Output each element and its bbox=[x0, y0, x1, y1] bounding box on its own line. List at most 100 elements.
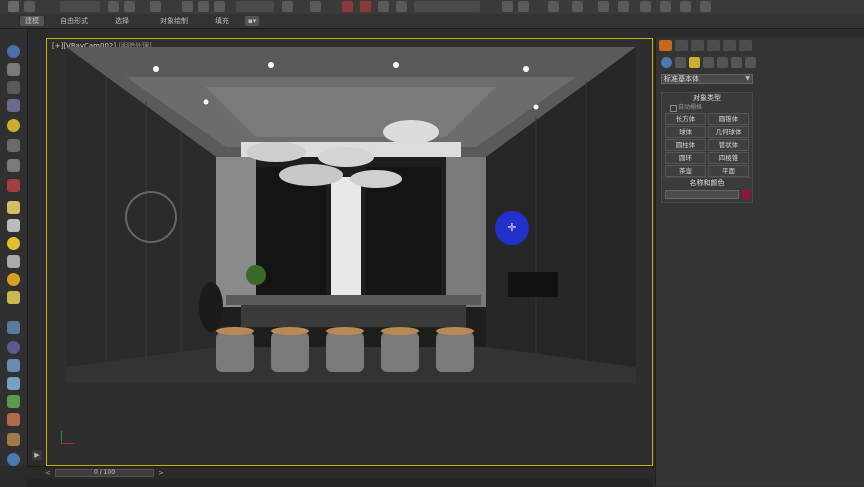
teapot-render-icon[interactable] bbox=[700, 1, 711, 12]
ribbon: 建模 自由形式 选择 对象绘制 填充 ▪▾ bbox=[0, 14, 864, 29]
play-icon[interactable]: ▶ bbox=[32, 450, 42, 460]
left-command-strip bbox=[0, 29, 28, 486]
teapot-button[interactable]: 茶壶 bbox=[665, 165, 706, 177]
ies-light-icon[interactable] bbox=[7, 291, 20, 304]
cloth-icon[interactable] bbox=[7, 359, 20, 372]
tab-object-paint[interactable]: 对象绘制 bbox=[160, 16, 188, 26]
render-frame-icon[interactable] bbox=[660, 1, 671, 12]
camera-icon[interactable] bbox=[7, 139, 20, 152]
align-icon[interactable] bbox=[518, 1, 529, 12]
shapes-icon[interactable] bbox=[675, 57, 686, 68]
timeline-prev-icon[interactable]: < bbox=[45, 469, 51, 477]
helper-icon[interactable] bbox=[7, 159, 20, 172]
cameras-icon[interactable] bbox=[703, 57, 714, 68]
region-select-icon[interactable] bbox=[150, 1, 161, 12]
cylinder-button[interactable]: 圆柱体 bbox=[665, 139, 706, 151]
geosphere-button[interactable]: 几何球体 bbox=[708, 126, 749, 138]
sun-icon[interactable] bbox=[7, 201, 20, 214]
reference-coord-dropdown[interactable] bbox=[236, 1, 274, 12]
undo-icon[interactable] bbox=[8, 1, 19, 12]
render-icon[interactable] bbox=[680, 1, 691, 12]
object-type-title[interactable]: 对象类型 bbox=[662, 93, 752, 103]
command-panel: 标准基本体 ▼ 对象类型 自动栅格 长方体 圆锥体 球体 几何球体 圆柱体 管状… bbox=[655, 38, 864, 486]
modify-tab-icon[interactable] bbox=[675, 40, 688, 51]
angle-snap-icon[interactable] bbox=[360, 1, 371, 12]
particle-icon[interactable] bbox=[7, 321, 20, 334]
pivot-icon[interactable] bbox=[282, 1, 293, 12]
lights-icon[interactable] bbox=[689, 57, 700, 68]
hierarchy-tab-icon[interactable] bbox=[691, 40, 704, 51]
create-tab-icon[interactable] bbox=[659, 40, 672, 51]
mirror-icon[interactable] bbox=[502, 1, 513, 12]
schematic-icon[interactable] bbox=[598, 1, 609, 12]
tab-populate[interactable]: 填充 bbox=[215, 16, 229, 26]
percent-snap-icon[interactable] bbox=[378, 1, 389, 12]
ribbon-options-dropdown[interactable]: ▪▾ bbox=[245, 16, 260, 26]
pyramid-button[interactable]: 四棱锥 bbox=[708, 152, 749, 164]
light-icon[interactable] bbox=[7, 119, 20, 132]
select-by-name-icon[interactable] bbox=[124, 1, 135, 12]
move-icon[interactable] bbox=[182, 1, 193, 12]
cone-button[interactable]: 圆锥体 bbox=[708, 113, 749, 125]
chevron-down-icon: ▼ bbox=[745, 75, 750, 82]
auto-grid-checkbox[interactable]: 自动栅格 bbox=[662, 103, 752, 112]
omni-light-icon[interactable] bbox=[7, 237, 20, 250]
layer-icon[interactable] bbox=[548, 1, 559, 12]
snap-icon[interactable] bbox=[310, 1, 321, 12]
geometry-icon[interactable] bbox=[661, 57, 672, 68]
checkbox-box[interactable] bbox=[670, 105, 677, 112]
fluid-icon[interactable] bbox=[7, 341, 20, 354]
helpers-icon[interactable] bbox=[717, 57, 728, 68]
crosshair-icon: ✛ bbox=[507, 221, 517, 234]
time-slider[interactable]: 0 / 100 bbox=[55, 469, 154, 477]
primitive-category-dropdown[interactable]: 标准基本体 ▼ bbox=[661, 74, 753, 84]
sphere-button[interactable]: 球体 bbox=[665, 126, 706, 138]
plane-icon[interactable] bbox=[7, 81, 20, 94]
object-type-buttons: 长方体 圆锥体 球体 几何球体 圆柱体 管状体 圆环 四棱锥 茶壶 平面 bbox=[662, 112, 752, 180]
spot-light-icon[interactable] bbox=[7, 255, 20, 268]
named-selection-dropdown[interactable] bbox=[414, 1, 480, 12]
spinner-snap-icon[interactable] bbox=[396, 1, 407, 12]
box-button[interactable]: 长方体 bbox=[665, 113, 706, 125]
object-color-swatch[interactable] bbox=[742, 190, 750, 199]
bottom-left-corner bbox=[0, 466, 27, 486]
scatter-icon[interactable] bbox=[7, 413, 20, 426]
utilities-tab-icon[interactable] bbox=[739, 40, 752, 51]
box-icon[interactable] bbox=[7, 63, 20, 76]
tab-selection[interactable]: 选择 bbox=[115, 16, 129, 26]
redo-icon[interactable] bbox=[24, 1, 35, 12]
hammer-icon[interactable] bbox=[7, 433, 20, 446]
plane-button[interactable]: 平面 bbox=[708, 165, 749, 177]
selection-filter-dropdown[interactable] bbox=[60, 1, 100, 12]
space-warps-icon[interactable] bbox=[731, 57, 742, 68]
tab-freeform[interactable]: 自由形式 bbox=[60, 16, 88, 26]
tab-modeling[interactable]: 建模 bbox=[20, 16, 44, 26]
material-editor-icon[interactable] bbox=[618, 1, 629, 12]
foliage-icon[interactable] bbox=[7, 395, 20, 408]
globe-icon[interactable] bbox=[7, 453, 20, 466]
spacewarp-icon[interactable] bbox=[7, 179, 20, 192]
timeline-next-icon[interactable]: > bbox=[158, 469, 164, 477]
sky-light-icon[interactable] bbox=[7, 273, 20, 286]
curve-editor-icon[interactable] bbox=[572, 1, 583, 12]
hair-icon[interactable] bbox=[7, 377, 20, 390]
scale-icon[interactable] bbox=[214, 1, 225, 12]
systems-icon[interactable] bbox=[745, 57, 756, 68]
grid-icon[interactable] bbox=[7, 99, 20, 112]
object-type-rollout: 对象类型 自动栅格 长方体 圆锥体 球体 几何球体 圆柱体 管状体 圆环 四棱锥… bbox=[661, 92, 753, 181]
select-icon[interactable] bbox=[108, 1, 119, 12]
display-tab-icon[interactable] bbox=[723, 40, 736, 51]
magnet-icon[interactable] bbox=[342, 1, 353, 12]
object-name-input[interactable] bbox=[665, 190, 739, 199]
render-setup-icon[interactable] bbox=[640, 1, 651, 12]
rotate-icon[interactable] bbox=[198, 1, 209, 12]
motion-tab-icon[interactable] bbox=[707, 40, 720, 51]
torus-button[interactable]: 圆环 bbox=[665, 152, 706, 164]
dome-light-icon[interactable] bbox=[7, 219, 20, 232]
sphere-icon[interactable] bbox=[7, 45, 20, 58]
timeline: < 0 / 100 > bbox=[27, 466, 653, 487]
camera-viewport[interactable]: [+][VRayCam002] [明暗处理] bbox=[46, 38, 653, 466]
tube-button[interactable]: 管状体 bbox=[708, 139, 749, 151]
name-color-title[interactable]: 名称和颜色 bbox=[662, 178, 752, 188]
name-color-rollout: 名称和颜色 bbox=[661, 177, 753, 203]
